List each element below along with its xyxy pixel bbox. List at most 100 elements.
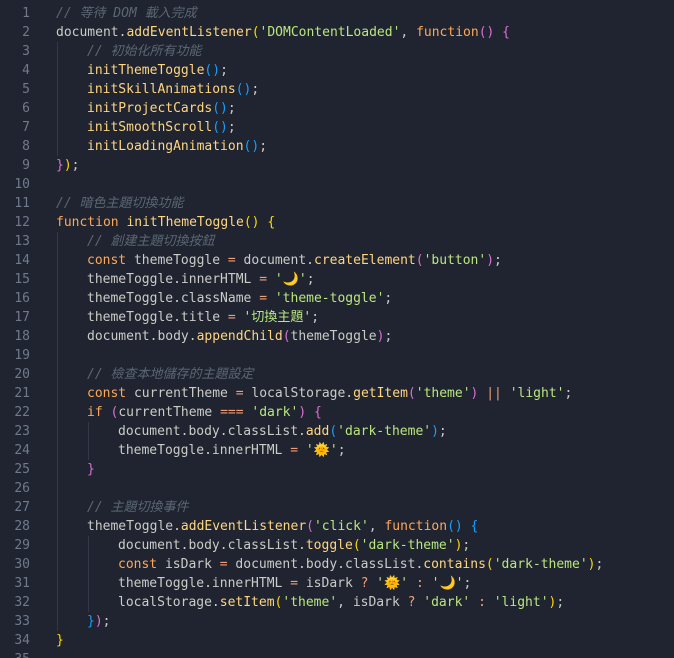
line-number: 19	[14, 348, 30, 363]
code-text: // 初始化所有功能	[87, 42, 201, 61]
code-line[interactable]: 2 document.addEventListener('DOMContentLo…	[0, 23, 674, 42]
line-number: 11	[14, 196, 30, 211]
code-token: appendChild	[196, 329, 283, 344]
code-token: function	[56, 215, 127, 230]
code-token: ||	[486, 386, 510, 401]
code-token: .	[173, 519, 181, 534]
code-token: ;	[462, 538, 471, 553]
line-number: 1	[22, 6, 30, 21]
code-line[interactable]: 27 // 主題切換事件	[0, 498, 674, 517]
code-line[interactable]: 23 document.body.classList.add('dark-them…	[0, 422, 674, 441]
code-text: initSkillAnimations();	[87, 80, 259, 99]
code-line[interactable]: 8 initLoadingAnimation();	[0, 137, 674, 156]
code-token: // 初始化所有功能	[87, 44, 202, 59]
code-token: ;	[306, 272, 315, 287]
line-number: 15	[14, 272, 30, 287]
code-line[interactable]: 11 // 暗色主題切換功能	[0, 194, 674, 213]
code-line[interactable]: 5 initSkillAnimations();	[0, 80, 674, 99]
code-token: :	[415, 576, 432, 591]
code-line[interactable]: 3 // 初始化所有功能	[0, 42, 674, 61]
indent-guide	[57, 460, 58, 479]
code-token: document	[56, 25, 119, 40]
code-token: ,	[337, 595, 353, 610]
code-text: const currentTheme = localStorage.getIte…	[87, 384, 572, 403]
code-token: ;	[384, 291, 393, 306]
indent-guide	[57, 137, 58, 156]
code-line[interactable]: 13 // 創建主題切換按鈕	[0, 232, 674, 251]
code-line[interactable]: 30 const isDark = document.body.classList…	[0, 555, 674, 574]
code-token: ,	[368, 519, 385, 534]
indent-guide	[57, 536, 58, 555]
code-line[interactable]: 20 // 檢查本地儲存的主題設定	[0, 365, 674, 384]
code-token: )	[63, 158, 72, 173]
code-line[interactable]: 12 function initThemeToggle() {	[0, 213, 674, 232]
code-line[interactable]: 24 themeToggle.innerHTML = '🌞';	[0, 441, 674, 460]
code-line[interactable]: 9});	[0, 156, 674, 175]
line-number: 5	[22, 82, 30, 97]
code-token: )	[486, 253, 495, 268]
code-line[interactable]: 33});	[0, 612, 674, 631]
code-token: .innerHTML	[204, 576, 291, 591]
code-text: // 檢查本地儲存的主題設定	[87, 365, 253, 384]
code-line[interactable]: 21 const currentTheme = localStorage.getI…	[0, 384, 674, 403]
code-token: (	[352, 538, 361, 553]
code-token: // 檢查本地儲存的主題設定	[87, 367, 254, 382]
code-token: =	[235, 386, 252, 401]
line-number: 4	[22, 63, 30, 78]
code-text: initSmoothScroll();	[87, 118, 236, 137]
code-line[interactable]: 1 // 等待 DOM 載入完成	[0, 4, 674, 23]
code-text: themeToggle.innerHTML = isDark ? '🌞' : '…	[118, 574, 471, 593]
code-token: 'theme'	[415, 386, 471, 401]
line-number: 31	[14, 576, 30, 591]
code-token: themeToggle	[290, 329, 377, 344]
code-token: initLoadingAnimation	[87, 139, 244, 154]
code-line[interactable]: 28 themeToggle.addEventListener('click', …	[0, 517, 674, 536]
code-token: (	[415, 253, 424, 268]
line-number: 30	[14, 557, 30, 572]
code-line[interactable]: 29 document.body.classList.toggle('dark-t…	[0, 536, 674, 555]
code-token: currentTheme	[118, 405, 221, 420]
line-number: 20	[14, 367, 30, 382]
code-line[interactable]: 17 themeToggle.title = '切換主題';	[0, 308, 674, 327]
code-line[interactable]: 22 if (currentTheme === 'dark') {	[0, 403, 674, 422]
code-token: addEventListener	[126, 25, 252, 40]
code-line[interactable]: 26	[0, 479, 674, 498]
code-text: themeToggle.innerHTML = '🌙';	[87, 270, 315, 289]
indent-guide	[57, 517, 58, 536]
code-line[interactable]: 25}	[0, 460, 674, 479]
code-text: document.body.appendChild(themeToggle);	[87, 327, 392, 346]
line-number: 12	[14, 215, 30, 230]
indent-guide	[57, 346, 58, 365]
code-line[interactable]: 14 const themeToggle = document.createEle…	[0, 251, 674, 270]
indent-guide	[88, 555, 89, 574]
code-token: ()	[478, 25, 503, 40]
code-line[interactable]: 31 themeToggle.innerHTML = isDark ? '🌞' :…	[0, 574, 674, 593]
code-token: ===	[220, 405, 252, 420]
code-line[interactable]: 18 document.body.appendChild(themeToggle)…	[0, 327, 674, 346]
indent-guide	[57, 80, 58, 99]
code-token: // 等待 DOM 載入完成	[56, 6, 197, 21]
code-token: setItem	[219, 595, 275, 610]
code-token: (	[306, 519, 314, 534]
code-token: =	[259, 272, 275, 287]
code-line[interactable]: 19	[0, 346, 674, 365]
code-line[interactable]: 15 themeToggle.innerHTML = '🌙';	[0, 270, 674, 289]
code-line[interactable]: 34}	[0, 631, 674, 650]
code-line[interactable]: 32 localStorage.setItem('theme', isDark ?…	[0, 593, 674, 612]
code-line[interactable]: 35	[0, 650, 674, 658]
code-token: ;	[384, 329, 393, 344]
indent-guide	[57, 403, 58, 422]
code-token: 'button'	[423, 253, 487, 268]
code-line[interactable]: 6 initProjectCards();	[0, 99, 674, 118]
code-token: ()	[243, 139, 260, 154]
code-token: themeToggle	[87, 310, 174, 325]
indent-guide	[57, 384, 58, 403]
code-line[interactable]: 4 initThemeToggle();	[0, 61, 674, 80]
code-editor[interactable]: 1 // 等待 DOM 載入完成 2 document.addEventListene…	[0, 0, 674, 658]
code-text: // 創建主題切換按鈕	[87, 232, 214, 251]
code-line[interactable]: 16 themeToggle.className = 'theme-toggle'…	[0, 289, 674, 308]
code-token: ()	[212, 120, 228, 135]
code-line[interactable]: 10	[0, 175, 674, 194]
code-line[interactable]: 7 initSmoothScroll();	[0, 118, 674, 137]
code-token: (	[329, 424, 338, 439]
